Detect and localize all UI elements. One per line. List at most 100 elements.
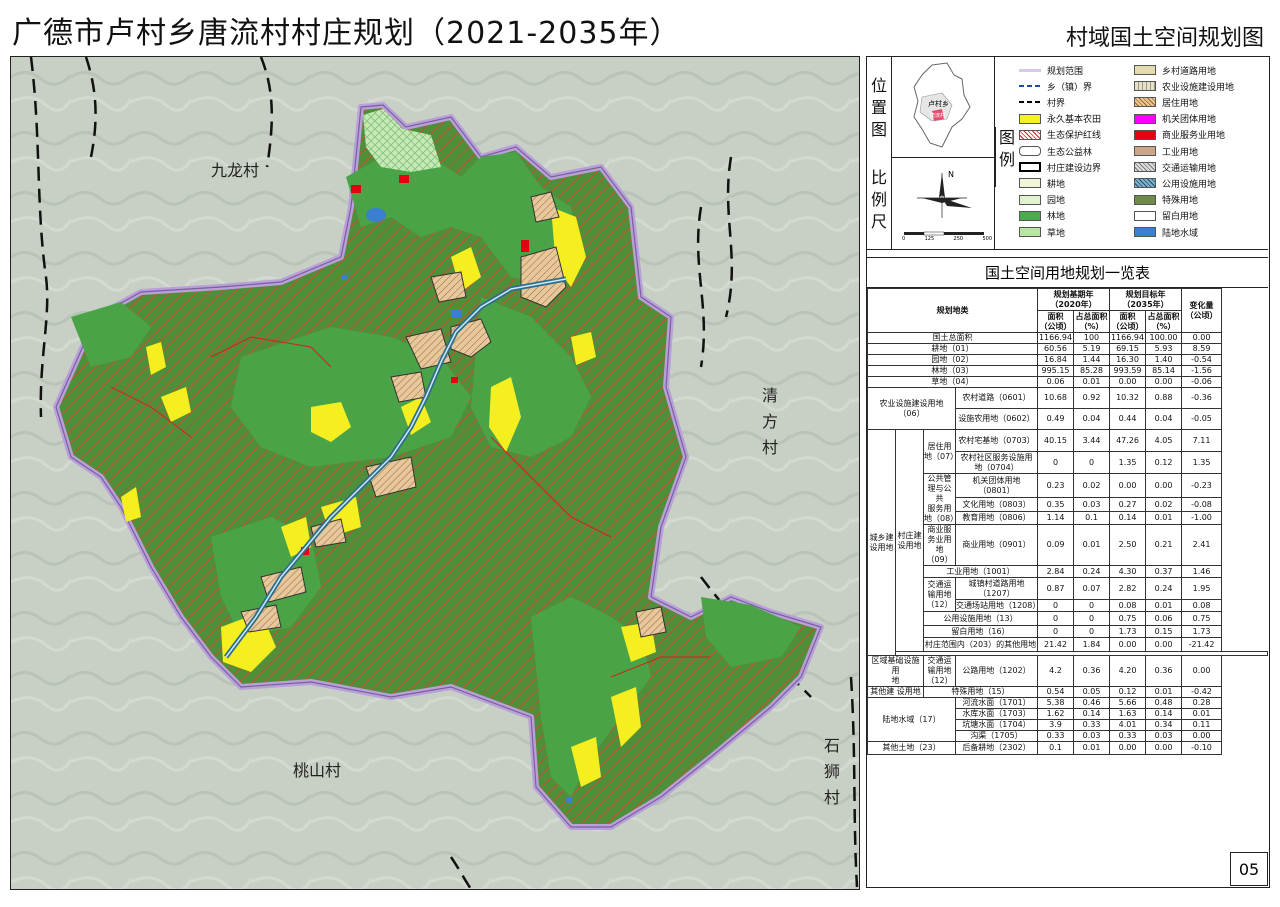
legend-label: 规划范围 xyxy=(1047,66,1084,77)
legend-item: 居住用地 xyxy=(1134,95,1198,109)
legend-swatch-icon xyxy=(1134,178,1156,189)
table-row: 林地（03） 995.15 85.28 993.59 85.14 -1.56 xyxy=(867,365,1268,377)
scale-bar: N 0 125 250 500 xyxy=(891,157,995,250)
value-cell: 60.56 xyxy=(1037,343,1074,355)
value-cell: 0.24 xyxy=(1072,565,1111,578)
legend-swatch-icon xyxy=(1019,210,1041,221)
table-cell: 留白用地（16） xyxy=(923,625,1038,638)
legend-swatch-icon xyxy=(1134,97,1156,108)
table-row: 国土总面积 1166.94 100 1166.94 100.00 0.00 xyxy=(867,332,1268,344)
scale-tick: 125 xyxy=(924,236,935,242)
legend-item: 耕地 xyxy=(1019,176,1065,190)
table-cell: 其他土地（23） xyxy=(867,741,956,755)
legend-swatch-icon xyxy=(1134,65,1156,75)
value-cell: 4.20 xyxy=(1109,655,1147,687)
table-cell: 特殊用地（15） xyxy=(923,686,1038,698)
value-cell: 0.14 xyxy=(1109,510,1147,526)
legend-label: 农业设施建设用地 xyxy=(1162,82,1235,93)
value-cell: 0.23 xyxy=(1037,472,1074,499)
value-cell: 0.33 xyxy=(1037,730,1074,742)
value-cell: 2.50 xyxy=(1109,524,1147,566)
value-cell: 0.92 xyxy=(1072,387,1111,409)
legend-swatch-icon xyxy=(1134,146,1156,156)
legend-label: 商业服务业用地 xyxy=(1162,131,1226,142)
value-cell: -1.56 xyxy=(1181,365,1223,377)
value-cell: 2.84 xyxy=(1037,565,1074,578)
header-area: 面积 （公顷） xyxy=(1109,310,1147,333)
location-map: 卢村乡 唐流村 xyxy=(891,57,995,157)
value-cell: 40.15 xyxy=(1037,429,1074,452)
value-cell: 0.01 xyxy=(1072,741,1111,755)
value-cell: 1.14 xyxy=(1037,510,1074,526)
table-cell: 公路用地（1202） xyxy=(955,655,1038,687)
legend-item: 乡（镇）界 xyxy=(1019,79,1092,93)
value-cell: 0.00 xyxy=(1109,376,1147,388)
value-cell: -21.42 xyxy=(1181,637,1223,652)
value-cell: 1166.94 xyxy=(1037,332,1074,344)
scale-tick: 500 xyxy=(982,236,992,242)
table-row: 公共管理与公共 服务用地（08） 机关团体用地 （0801） 0.23 0.02 0.00 0… xyxy=(868,472,1268,525)
value-cell: 0.28 xyxy=(1181,697,1223,709)
legend-swatch-icon xyxy=(1019,85,1041,88)
header-share: 占总面积 （%） xyxy=(1145,310,1183,333)
table-row: 交通运输用地 （12） 城镇村道路用地 （1207） 0.87 0.07 2.82 0.24 1… xyxy=(868,577,1268,612)
value-cell: 0.08 xyxy=(1181,599,1223,612)
table-row: 区域基础设施用地交通运输用地 （12） 公路用地（1202） 4.2 0.36 4.20 0… xyxy=(867,655,1268,687)
value-cell: 69.15 xyxy=(1109,343,1147,355)
legend-item: 生态保护红线 xyxy=(1019,128,1101,142)
table-row: 其他建 设用地 特殊用地（15） 0.54 0.05 0.12 0.01 -0.42 xyxy=(867,686,1268,698)
page-title: 广德市卢村乡唐流村村庄规划（2021-2035年） xyxy=(12,16,681,51)
value-cell: 0.07 xyxy=(1072,577,1111,600)
legend-swatch-icon xyxy=(1019,68,1041,72)
table-cell: 农村社区服务设施用 地（0704） xyxy=(955,451,1038,474)
legend-swatch-icon xyxy=(1134,81,1156,92)
legend-item: 草地 xyxy=(1019,225,1065,239)
value-cell: 0.01 xyxy=(1145,599,1183,612)
table-cell: 交通场站用地（1208） xyxy=(955,599,1038,612)
value-cell: -0.05 xyxy=(1181,408,1223,430)
legend-caption: 图例 xyxy=(995,127,1018,187)
value-cell: 0.27 xyxy=(1109,497,1147,512)
table-cell: 村庄建 设用地 xyxy=(895,429,924,652)
legend-item: 村庄建设边界 xyxy=(1019,160,1101,174)
table-row: 村庄范围内（203）的其他用地 21.42 1.84 0.00 0.00 -21.42 xyxy=(868,637,1268,652)
value-cell: 0.21 xyxy=(1145,524,1183,566)
table-cell: 林地（03） xyxy=(867,365,1038,377)
table-cell: 交通运输用地 （12） xyxy=(923,577,956,612)
value-cell: 1166.94 xyxy=(1109,332,1147,344)
value-cell: 0.01 xyxy=(1072,376,1111,388)
value-cell: -0.10 xyxy=(1181,741,1223,755)
legend-label: 耕地 xyxy=(1047,179,1066,190)
table-cell: 教育用地（0806） xyxy=(955,510,1038,526)
legend-label: 生态保护红线 xyxy=(1047,131,1102,142)
table-row: 其他土地（23） 后备耕地（2302） 0.1 0.01 0.00 0.00 -0.10 xyxy=(867,741,1268,755)
land-use-table: 规划地类 规划基期年 （2020年） 规划目标年 （2035年） 变化量 （公顷） 面积 （公顷… xyxy=(867,288,1268,755)
legend-label: 园地 xyxy=(1047,196,1066,207)
location-caption: 位置图 xyxy=(870,76,887,139)
header-share: 占总面积 （%） xyxy=(1072,310,1111,333)
value-cell: 0.37 xyxy=(1145,565,1183,578)
value-cell: 1.35 xyxy=(1109,451,1147,474)
legend-item: 陆地水域 xyxy=(1134,225,1198,239)
legend-label: 机关团体用地 xyxy=(1162,115,1217,126)
legend-swatch-icon xyxy=(1019,101,1041,104)
value-cell: -0.42 xyxy=(1181,686,1223,698)
table-cell: 城镇村道路用地 （1207） xyxy=(955,577,1038,600)
value-cell: 0.36 xyxy=(1145,655,1183,687)
legend-item: 工业用地 xyxy=(1134,144,1198,158)
table-cell: 商业用地（0901） xyxy=(955,524,1038,566)
village-label-shishi: 石狮村 xyxy=(823,736,840,807)
legend-label: 乡（镇）界 xyxy=(1047,82,1093,93)
legend-label: 草地 xyxy=(1047,228,1066,239)
value-cell: 0.11 xyxy=(1181,719,1223,731)
legend-label: 留白用地 xyxy=(1162,212,1199,223)
main-map[interactable]: 九龙村 清方村 桃山村 石狮村 xyxy=(10,56,860,890)
scale-caption: 比例尺 xyxy=(870,168,887,231)
table-cell: 耕地（01） xyxy=(867,343,1038,355)
value-cell: 0.01 xyxy=(1145,686,1183,698)
legend-item: 园地 xyxy=(1019,193,1065,207)
value-cell: 0 xyxy=(1072,625,1111,638)
value-cell: -0.08 xyxy=(1181,497,1223,512)
value-cell: 1.46 xyxy=(1181,565,1223,578)
value-cell: 0.00 xyxy=(1145,472,1183,499)
